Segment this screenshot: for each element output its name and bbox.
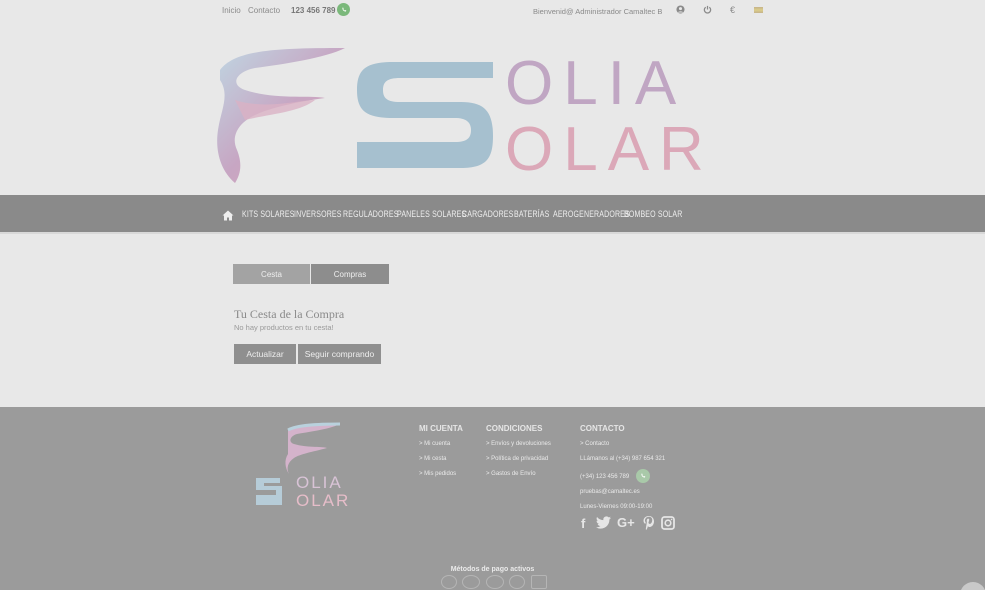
top-bar: Inicio Contacto 123 456 789 Bienvenid@ A… [0, 0, 985, 22]
footer-link-mi-cuenta[interactable]: > Mi cuenta [419, 441, 450, 447]
nav-item-cargadores[interactable]: CARGADORES [462, 209, 513, 219]
page-title: Tu Cesta de la Compra [234, 307, 345, 321]
link-contacto[interactable]: Contacto [248, 6, 280, 15]
main-nav: KITS SOLARES INVERSORES REGULADORES PANE… [0, 195, 985, 234]
tab-cesta[interactable]: Cesta [233, 264, 310, 284]
paypal-icon [441, 575, 457, 589]
footer-link-gastos-envio[interactable]: > Gastos de Envío [486, 471, 536, 477]
footer-link-mis-pedidos[interactable]: > Mis pedidos [419, 471, 456, 477]
footer-call-text: LLámanos al (+34) 987 654 321 [580, 456, 666, 462]
nav-item-bombeo-solar[interactable]: BOMBEO SOLAR [624, 209, 682, 219]
cart-tabs: Cesta Compras [233, 264, 389, 284]
nav-item-baterias[interactable]: BATERÍAS [514, 209, 549, 219]
whatsapp-icon[interactable] [337, 3, 350, 16]
footer-whatsapp-icon[interactable] [636, 469, 650, 483]
nav-item-kits-solares[interactable]: KITS SOLARES [242, 209, 295, 219]
footer-hours: Lunes-Viernes 09:00-19:00 [580, 504, 653, 510]
footer: OLIA OLAR MI CUENTA > Mi cuenta > Mi ces… [0, 407, 985, 590]
power-icon[interactable] [703, 5, 712, 16]
logo-text-line1: OLIA [505, 49, 686, 118]
footer-link-contacto[interactable]: > Contacto [580, 441, 609, 447]
nav-item-inversores[interactable]: INVERSORES [294, 209, 342, 219]
euro-icon [462, 575, 480, 589]
facebook-icon[interactable]: f [581, 516, 585, 531]
footer-whatsapp-phone: (+34) 123 456 789 [580, 474, 630, 480]
empty-cart-message: No hay productos en tu cesta! [234, 323, 334, 332]
footer-logo-line2: OLAR [296, 491, 350, 510]
currency-selector[interactable]: € [730, 5, 735, 15]
mi-cuenta-heading: MI CUENTA [419, 424, 463, 433]
instagram-icon[interactable] [661, 516, 675, 533]
bank-transfer-icon [531, 575, 547, 589]
topbar-phone: 123 456 789 [291, 6, 336, 15]
continue-shopping-button[interactable]: Seguir comprando [298, 344, 381, 364]
payment-methods-title: Métodos de pago activos [450, 566, 535, 573]
twitter-icon[interactable] [596, 516, 611, 532]
card-icon [486, 575, 504, 589]
logo-text-line2: OLAR [505, 115, 714, 184]
condiciones-heading: CONDICIONES [486, 424, 543, 433]
welcome-text[interactable]: Bienvenid@ Administrador Camaltec B [533, 7, 662, 16]
nav-item-paneles-solares[interactable]: PANELES SOLARES [397, 209, 466, 219]
pinterest-icon[interactable] [643, 516, 655, 533]
contacto-heading: CONTACTO [580, 424, 625, 433]
tab-compras[interactable]: Compras [311, 264, 389, 284]
footer-link-privacidad[interactable]: > Política de privacidad [486, 456, 548, 462]
cash-icon [509, 575, 525, 589]
site-logo[interactable]: OLIA OLAR [215, 40, 775, 188]
home-icon[interactable] [222, 208, 234, 221]
footer-link-mi-cesta[interactable]: > Mi cesta [419, 456, 447, 462]
nav-item-aerogeneradores[interactable]: AEROGENERADORES [553, 209, 630, 219]
footer-logo-line1: OLIA [296, 473, 343, 492]
link-inicio[interactable]: Inicio [222, 6, 241, 15]
update-button[interactable]: Actualizar [234, 344, 296, 364]
google-plus-icon[interactable]: G+ [617, 515, 635, 530]
user-icon[interactable] [676, 5, 685, 16]
nav-item-reguladores[interactable]: REGULADORES [343, 209, 399, 219]
footer-email[interactable]: pruebas@camaltec.es [580, 489, 640, 495]
spanish-flag-icon[interactable] [754, 7, 763, 13]
footer-link-envios[interactable]: > Envíos y devoluciones [486, 441, 551, 447]
footer-logo[interactable]: OLIA OLAR [252, 422, 372, 512]
